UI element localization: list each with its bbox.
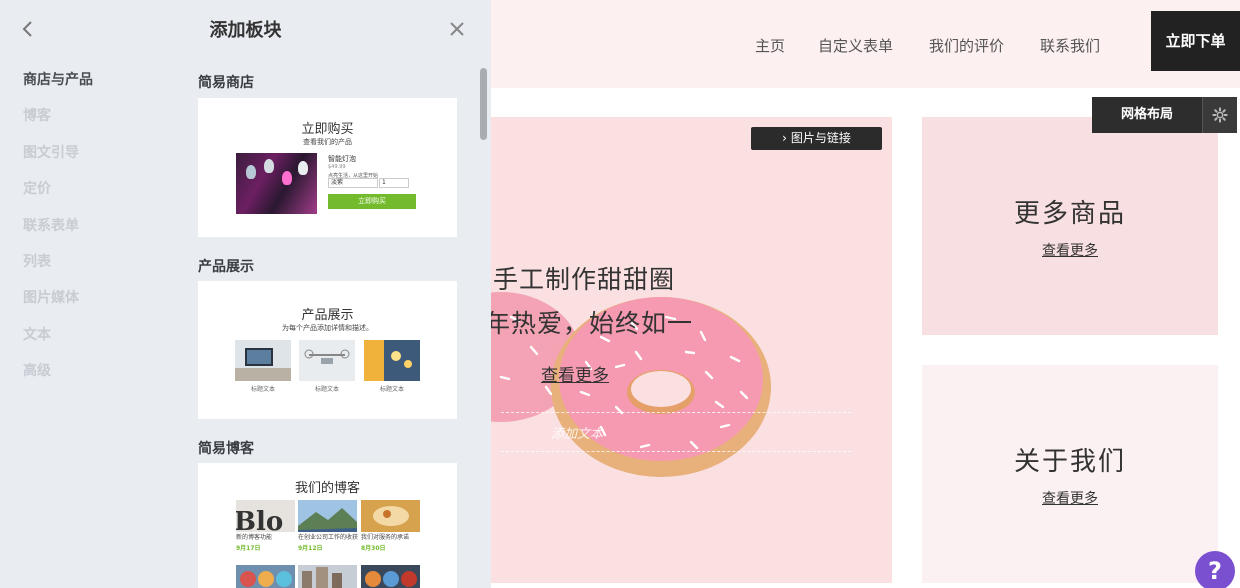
buy-now-preview-button: 立即购买: [328, 194, 416, 209]
category-item-media[interactable]: 图片媒体: [23, 288, 93, 324]
card-subtitle: 为每个产品添加详情和描述。: [282, 324, 373, 332]
chevron-right-icon: ›: [782, 131, 787, 145]
category-item-text[interactable]: 文本: [23, 325, 93, 361]
nav-custom-form[interactable]: 自定义表单: [818, 35, 893, 56]
card-title: 产品展示: [301, 308, 354, 323]
add-text-placeholder: 添加文本: [551, 427, 604, 442]
grid-layout-button[interactable]: 网格布局: [1092, 97, 1202, 133]
product-thumb-bulbs: [364, 340, 420, 381]
category-item-shop[interactable]: 商店与产品: [23, 70, 93, 106]
help-button[interactable]: ?: [1195, 551, 1235, 588]
tile-title: 关于我们: [1013, 447, 1126, 477]
nav-contact[interactable]: 联系我们: [1040, 35, 1100, 56]
nav-reviews[interactable]: 我们的评价: [929, 35, 1004, 56]
product-thumb-drone: [299, 340, 355, 381]
blog-post-date: 9月12日: [298, 545, 323, 552]
nav-home[interactable]: 主页: [755, 35, 785, 56]
blog-post-title: 新的博客功能: [236, 534, 273, 541]
quantity-field: 1: [379, 178, 409, 188]
section-heading-simple-shop: 简易商店: [198, 75, 254, 91]
blog-post-date: 8月30日: [361, 545, 386, 552]
card-title: 立即购买: [301, 122, 354, 137]
order-now-button[interactable]: 立即下单: [1151, 11, 1240, 71]
tile-more-link[interactable]: 查看更多: [922, 240, 1218, 260]
product-thumb-tv: [235, 340, 291, 381]
add-block-panel: 添加板块 商店与产品 博客 图文引导 定价 联系表单 列表 图片媒体 文本 高级…: [0, 0, 491, 588]
image-link-label: 图片与链接: [790, 131, 851, 145]
tile-more-products[interactable]: 更多商品 查看更多: [922, 117, 1218, 335]
product-caption: 标题文本: [250, 386, 275, 393]
section-heading-product-showcase: 产品展示: [198, 259, 254, 275]
section-heading-simple-blog: 简易博客: [198, 441, 254, 457]
hero-headline-line2[interactable]: 年热爱，始终如一: [491, 304, 693, 340]
close-icon[interactable]: [446, 18, 468, 40]
blog-post-title: 在创业公司工作的收获: [298, 534, 359, 541]
category-item-blog[interactable]: 博客: [23, 106, 93, 142]
site-preview: 主页 自定义表单 我们的评价 联系我们 立即下单 › 图片与链接 手工制作甜甜圈…: [491, 0, 1240, 588]
category-list: 商店与产品 博客 图文引导 定价 联系表单 列表 图片媒体 文本 高级: [23, 70, 93, 398]
blog-thumb-paint2: [361, 565, 420, 588]
blog-thumb-paint: [236, 565, 295, 588]
category-item-pricing[interactable]: 定价: [23, 179, 93, 215]
product-name: 智能灯泡: [328, 155, 356, 163]
product-image: [236, 153, 317, 214]
tile-title: 更多商品: [1013, 199, 1126, 229]
tile-about-us[interactable]: 关于我们 查看更多: [922, 365, 1218, 583]
category-item-list[interactable]: 列表: [23, 252, 93, 288]
tile-more-link[interactable]: 查看更多: [922, 488, 1218, 508]
blog-thumb-typography: Blo: [236, 500, 295, 532]
variant-select: 淡紫: [328, 178, 378, 188]
blog-post-date: 9月17日: [236, 545, 261, 552]
blog-thumb-mountain: [298, 500, 357, 532]
hero-more-link[interactable]: 查看更多: [541, 361, 609, 386]
category-item-contact-form[interactable]: 联系表单: [23, 216, 93, 252]
hero-headline-line1[interactable]: 手工制作甜甜圈: [493, 260, 675, 296]
blog-thumb-city: [298, 565, 357, 588]
image-link-button[interactable]: › 图片与链接: [751, 127, 882, 150]
hero-section[interactable]: › 图片与链接 手工制作甜甜圈 年热爱，始终如一 查看更多 添加文本: [491, 117, 892, 583]
block-card-product-showcase[interactable]: 产品展示 为每个产品添加详情和描述。 标题文本 标题文本 标题文本: [198, 281, 457, 419]
settings-button[interactable]: [1202, 97, 1237, 133]
panel-title: 添加板块: [209, 20, 282, 41]
product-price: $49.99: [328, 164, 346, 170]
site-header: 主页 自定义表单 我们的评价 联系我们 立即下单: [491, 0, 1240, 88]
category-item-intro[interactable]: 图文引导: [23, 143, 93, 179]
add-text-area[interactable]: 添加文本: [501, 412, 851, 452]
gear-icon: [1212, 107, 1228, 123]
category-item-advanced[interactable]: 高级: [23, 361, 93, 397]
product-caption: 标题文本: [379, 386, 404, 393]
card-title: 我们的博客: [294, 481, 360, 496]
block-card-simple-shop[interactable]: 立即购买 查看我们的产品 智能灯泡 $49.99 点亮生活，从这里开始 淡紫 1…: [198, 98, 457, 237]
blog-post-title: 我们对服务的承诺: [361, 534, 410, 541]
svg-text:Blo: Blo: [236, 507, 283, 532]
card-subtitle: 查看我们的产品: [303, 138, 352, 146]
blog-thumb-food: [361, 500, 420, 532]
question-icon: ?: [1208, 557, 1222, 585]
block-card-simple-blog[interactable]: 我们的博客 Blo 新的博客功能 在创业公司工作的收获 我们对服务的承诺 9月1…: [198, 463, 457, 588]
product-caption: 标题文本: [314, 386, 339, 393]
panel-scrollbar[interactable]: [480, 68, 487, 140]
